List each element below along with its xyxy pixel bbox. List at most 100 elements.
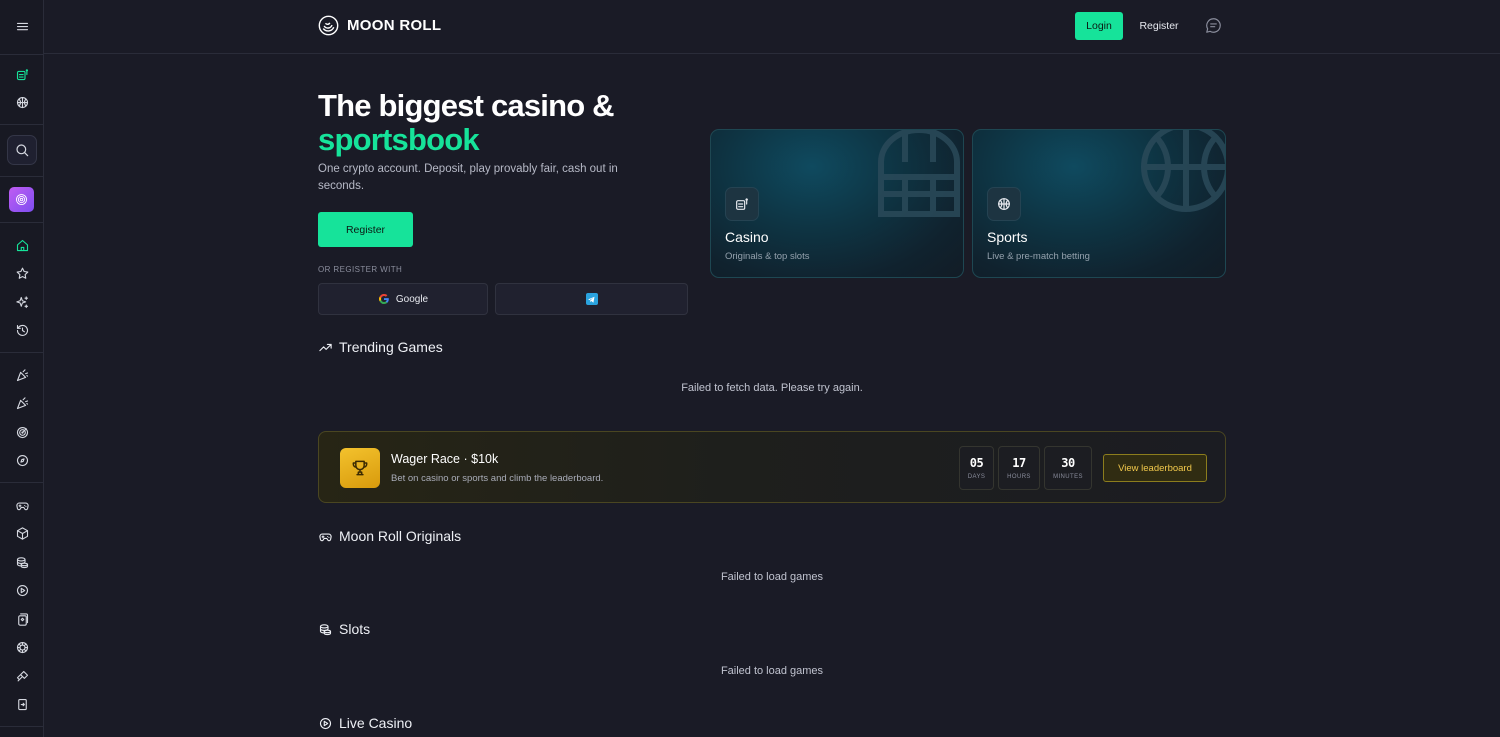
- sidebar-item-slots[interactable]: [8, 548, 36, 576]
- countdown-days-label: DAYS: [967, 474, 986, 480]
- brand-logo[interactable]: MOON ROLL: [318, 15, 441, 36]
- home-icon: [16, 239, 28, 251]
- door-icon: [17, 698, 27, 710]
- sports-card-subtitle: Live & pre-match betting: [987, 251, 1090, 262]
- originals-title: Moon Roll Originals: [339, 528, 462, 544]
- trending-title: Trending Games: [339, 339, 443, 355]
- hero-title: The biggest casino & sportsbook: [318, 89, 678, 157]
- countdown-minutes: 30 MINUTES: [1044, 446, 1092, 490]
- history-icon: [16, 324, 28, 336]
- slot-machine-icon: [736, 198, 748, 210]
- coins-stack-icon: [16, 556, 28, 568]
- wager-race-subtitle: Bet on casino or sports and climb the le…: [391, 473, 604, 484]
- wager-race-title: Wager Race · $10k: [391, 452, 499, 466]
- sidebar-promo-avatar[interactable]: [9, 187, 34, 212]
- trending-error-message: Failed to fetch data. Please try again.: [681, 382, 863, 394]
- sidebar-item-providers[interactable]: [8, 662, 36, 690]
- party-popper-icon: [16, 368, 28, 381]
- sidebar-item-promotions[interactable]: [8, 361, 36, 389]
- sidebar-item-sports[interactable]: [8, 88, 36, 116]
- countdown-hours: 17 HOURS: [998, 446, 1040, 490]
- sidebar-item-exit[interactable]: [8, 690, 36, 718]
- sidebar-search-button[interactable]: [7, 135, 37, 165]
- sports-card-title: Sports: [987, 229, 1028, 245]
- basketball-icon: [998, 198, 1010, 210]
- originals-section-title: Moon Roll Originals: [318, 528, 461, 544]
- sports-card[interactable]: Sports Live & pre-match betting: [972, 129, 1226, 278]
- trophy-icon: [352, 460, 368, 476]
- casino-card[interactable]: Casino Originals & top slots: [710, 129, 964, 278]
- login-button[interactable]: Login: [1075, 12, 1123, 40]
- sidebar-item-casino[interactable]: [8, 60, 36, 88]
- menu-toggle-button[interactable]: [8, 12, 36, 40]
- slots-error-message: Failed to load games: [720, 665, 824, 677]
- view-leaderboard-button[interactable]: View leaderboard: [1103, 454, 1207, 482]
- originals-error-message: Failed to load games: [720, 571, 824, 583]
- party-popper-icon: [16, 396, 28, 409]
- cards-icon: [17, 612, 28, 626]
- star-icon: [16, 267, 28, 279]
- google-register-button[interactable]: Google: [318, 283, 488, 315]
- sports-card-icon: [987, 187, 1021, 221]
- sidebar-item-blog[interactable]: [8, 446, 36, 474]
- cube-icon: [16, 526, 28, 540]
- gamepad-icon: [319, 532, 332, 541]
- sidebar-item-new[interactable]: [8, 288, 36, 316]
- sidebar-item-roulette[interactable]: [8, 633, 36, 661]
- trending-section-title: Trending Games: [318, 339, 443, 355]
- hero-register-button[interactable]: Register: [318, 212, 413, 247]
- header-register-button[interactable]: Register: [1131, 12, 1187, 40]
- coins-stack-icon: [319, 623, 332, 635]
- live-casino-section-title: Live Casino: [318, 715, 412, 731]
- chat-icon: [1206, 18, 1221, 33]
- sidebar-item-rewards[interactable]: [8, 389, 36, 417]
- countdown-hours-label: HOURS: [1007, 474, 1031, 480]
- countdown-minutes-value: 30: [1061, 456, 1075, 470]
- sidebar-item-home[interactable]: [8, 231, 36, 259]
- telegram-register-button[interactable]: [495, 283, 688, 315]
- hero-title-accent: sportsbook: [318, 122, 480, 157]
- google-label: Google: [395, 293, 429, 305]
- moon-roll-logo-icon: [318, 15, 339, 36]
- spiral-icon: [16, 194, 27, 205]
- google-icon: [378, 293, 389, 304]
- play-circle-icon: [16, 584, 28, 596]
- target-icon: [16, 426, 28, 438]
- handshake-icon: [16, 670, 28, 681]
- countdown-days-value: 05: [969, 456, 984, 470]
- casino-card-title: Casino: [725, 229, 769, 245]
- live-casino-title: Live Casino: [339, 715, 413, 731]
- hero-title-line1: The biggest casino &: [318, 88, 615, 123]
- trophy-badge: [340, 448, 380, 488]
- casino-card-subtitle: Originals & top slots: [725, 251, 810, 262]
- sidebar-item-favorites[interactable]: [8, 259, 36, 287]
- basketball-bg-icon: [1141, 130, 1225, 212]
- trending-up-icon: [319, 343, 332, 351]
- top-header: MOON ROLL Login Register: [44, 0, 1500, 54]
- sidebar-item-recent[interactable]: [8, 316, 36, 344]
- sidebar-item-live-casino[interactable]: [8, 576, 36, 604]
- roulette-icon: [16, 641, 28, 653]
- sidebar-item-affiliate[interactable]: [8, 418, 36, 446]
- sparkles-icon: [15, 295, 28, 308]
- wager-race-banner: Wager Race · $10k Bet on casino or sport…: [318, 431, 1226, 503]
- slots-title: Slots: [339, 621, 371, 637]
- gamepad-icon: [15, 501, 29, 510]
- compass-icon: [16, 454, 28, 466]
- slot-machine-bg-icon: [878, 130, 960, 217]
- slot-machine-icon: [16, 68, 28, 80]
- chat-button[interactable]: [1204, 16, 1223, 35]
- countdown-days: 05 DAYS: [959, 446, 994, 490]
- play-circle-icon: [319, 717, 332, 729]
- telegram-icon: [585, 293, 598, 305]
- brand-name: MOON ROLL: [347, 17, 442, 34]
- or-register-with-label: OR REGISTER WITH: [318, 265, 403, 274]
- hamburger-icon: [16, 22, 28, 30]
- casino-card-icon: [725, 187, 759, 221]
- slots-section-title: Slots: [318, 621, 370, 637]
- basketball-icon: [16, 96, 28, 108]
- sidebar-item-table-games[interactable]: [8, 605, 36, 633]
- search-icon: [16, 144, 29, 157]
- sidebar-item-originals[interactable]: [8, 491, 36, 519]
- sidebar-item-boxes[interactable]: [8, 519, 36, 547]
